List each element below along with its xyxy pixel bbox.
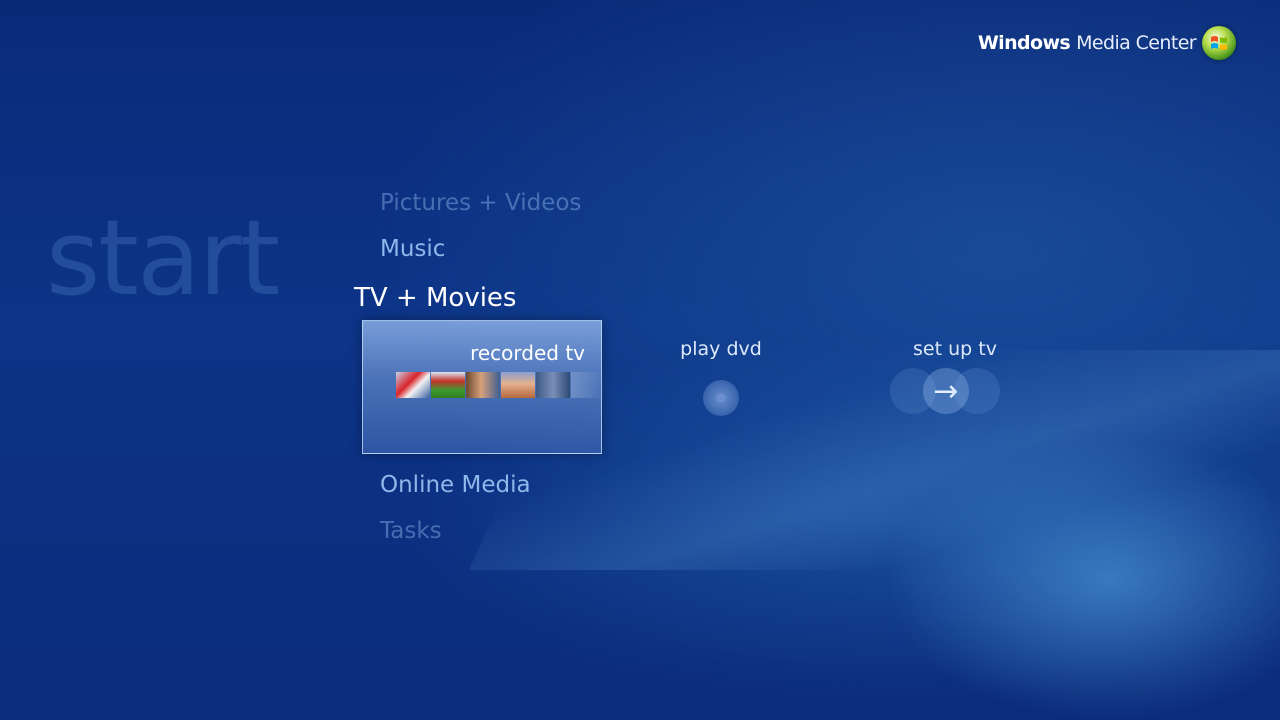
brand-name-bold: Windows — [977, 32, 1071, 54]
menu-item-online-media[interactable]: Online Media — [380, 472, 531, 498]
setup-circle-right — [954, 368, 1000, 414]
recorded-tv-thumbnail — [396, 372, 430, 398]
menu-item-tasks[interactable]: Tasks — [380, 518, 442, 544]
recorded-tv-thumbnail — [536, 372, 570, 398]
tile-recorded-tv-label: recorded tv — [470, 341, 585, 365]
set-up-tv-icon: → — [890, 368, 1002, 414]
recorded-tv-thumbnail — [431, 372, 465, 398]
recorded-tv-thumbnail — [466, 372, 500, 398]
menu-item-pictures-videos[interactable]: Pictures + Videos — [380, 190, 581, 216]
tile-set-up-tv-label: set up tv — [913, 338, 997, 360]
brand-name-light: Media Center — [1076, 32, 1196, 54]
recorded-tv-thumbnail — [501, 372, 535, 398]
windows-media-center-logo: Windows Media Center — [978, 26, 1236, 60]
recorded-tv-thumbnail — [571, 372, 605, 398]
windows-flag-icon — [1211, 36, 1227, 50]
windows-orb-icon[interactable] — [1202, 26, 1236, 60]
tile-recorded-tv[interactable]: recorded tv — [362, 320, 605, 454]
menu-item-music[interactable]: Music — [380, 236, 445, 262]
menu-item-tv-movies[interactable]: TV + Movies — [354, 283, 516, 313]
page-title: start — [46, 197, 280, 319]
tile-play-dvd-label: play dvd — [680, 338, 762, 360]
recorded-tv-thumbnails — [396, 372, 606, 398]
dvd-disc-icon — [703, 380, 739, 416]
